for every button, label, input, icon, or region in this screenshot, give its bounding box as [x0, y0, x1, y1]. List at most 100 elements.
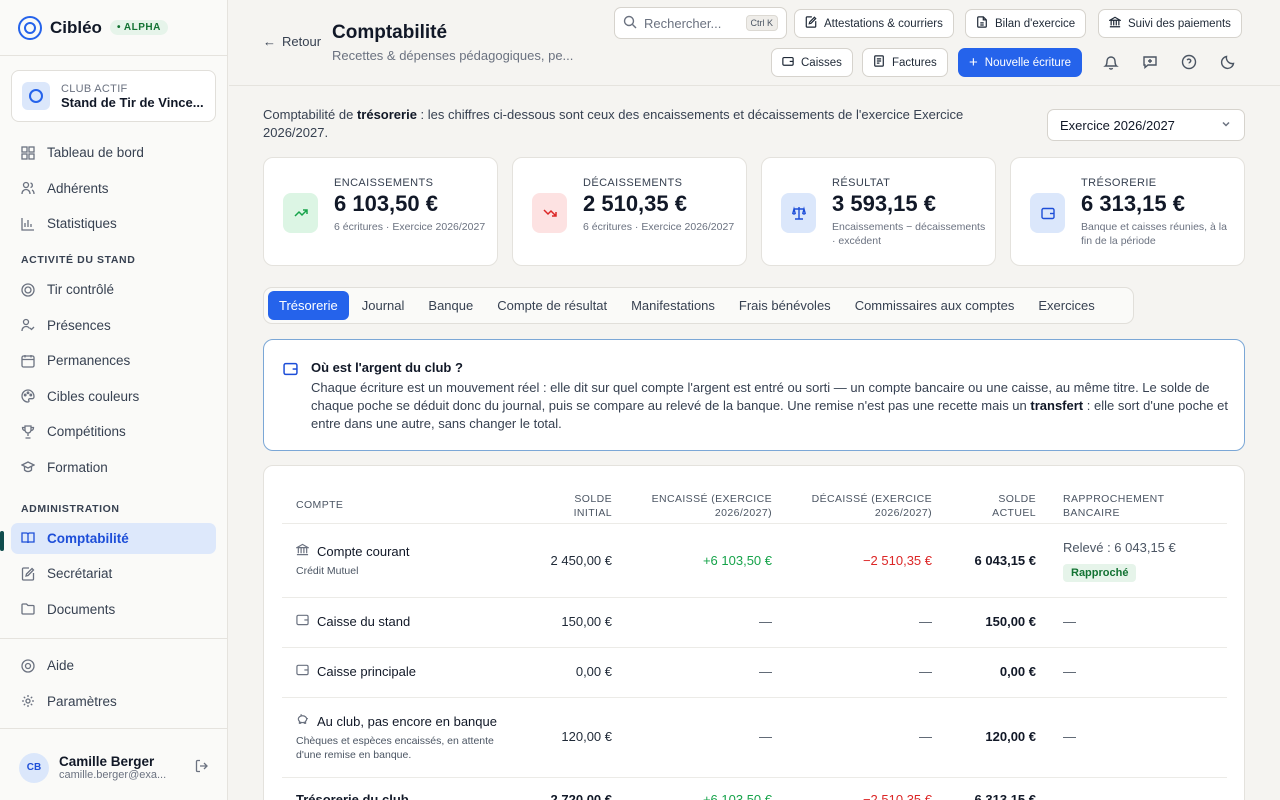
tab-tresorerie[interactable]: Trésorerie — [268, 291, 349, 320]
gear-icon — [21, 694, 35, 708]
back-button[interactable]: ← Retour — [263, 34, 321, 49]
account-sub: Chèques et espèces encaissés, en attente… — [296, 735, 494, 761]
edit-document-icon — [805, 16, 817, 31]
nav-label: Secrétariat — [47, 566, 113, 581]
nav-item-tableau-de-bord[interactable]: Tableau de bord — [11, 137, 216, 168]
nav-label: Permanences — [47, 353, 131, 368]
tab-frais-benevoles[interactable]: Frais bénévoles — [728, 291, 842, 320]
exercise-select-value: Exercice 2026/2027 — [1060, 117, 1175, 133]
nav-item-documents[interactable]: Documents — [11, 594, 216, 625]
cell-encaisse: +6 103,50 € — [702, 553, 772, 568]
tab-compte-de-resultat[interactable]: Compte de résultat — [486, 291, 618, 320]
status-badge: Rapproché — [1063, 564, 1137, 582]
users-icon — [21, 181, 35, 195]
logout-icon[interactable] — [195, 759, 209, 776]
wallet-icon — [296, 613, 309, 629]
page-title: Comptabilité — [332, 22, 448, 43]
account-label: Au club, pas encore en banque — [317, 713, 497, 729]
bell-icon[interactable] — [1098, 49, 1124, 75]
total-label: Trésorerie du club — [296, 792, 409, 800]
kpi-label: RÉSULTAT — [832, 177, 891, 189]
page-subtitle: Recettes & dépenses pédagogiques, pe... — [332, 48, 574, 63]
nav-section-administration: ADMINISTRATION — [21, 502, 120, 515]
nav-item-presences[interactable]: Présences — [11, 310, 216, 341]
brand[interactable]: Cibléo • ALPHA — [0, 0, 227, 56]
factures-button[interactable]: Factures — [862, 48, 948, 77]
nouvelle-ecriture-button[interactable]: + Nouvelle écriture — [958, 48, 1083, 77]
nav-label: Tableau de bord — [47, 145, 144, 160]
kpi-value: 3 593,15 € — [832, 191, 936, 216]
main-content: ← Retour Comptabilité Recettes & dépenses… — [229, 0, 1280, 800]
col-header-compte: COMPTE — [296, 499, 344, 511]
tab-commissaires[interactable]: Commissaires aux comptes — [844, 291, 1026, 320]
exercise-select[interactable]: Exercice 2026/2027 — [1047, 109, 1245, 141]
nav-item-adherents[interactable]: Adhérents — [11, 173, 216, 204]
attestations-button[interactable]: Attestations & courriers — [794, 9, 954, 38]
cell-solde-actuel: 150,00 € — [985, 614, 1036, 629]
account-name: Caisse principale — [296, 663, 416, 679]
bilan-button[interactable]: Bilan d'exercice — [965, 9, 1087, 38]
help-icon[interactable] — [1176, 49, 1202, 75]
nav-item-comptabilite[interactable]: Comptabilité — [11, 522, 216, 554]
nav-label: Aide — [47, 658, 75, 673]
nav-label: Présences — [47, 317, 111, 333]
nav-item-secretariat[interactable]: Secrétariat — [11, 558, 216, 589]
nav-label: Comptabilité — [47, 530, 129, 546]
cell-encaisse: — — [759, 614, 772, 629]
row-divider — [282, 597, 1227, 598]
tab-manifestations[interactable]: Manifestations — [620, 291, 726, 320]
cell-solde-actuel: 6 043,15 € — [974, 553, 1036, 568]
caisses-button[interactable]: Caisses — [771, 48, 853, 77]
nav-item-cibles-couleurs[interactable]: Cibles couleurs — [11, 381, 216, 412]
cell-rapprochement: — — [1063, 729, 1076, 744]
nav-label: Paramètres — [47, 693, 117, 709]
wallet-icon — [1030, 193, 1065, 233]
nav-item-competitions[interactable]: Compétitions — [11, 416, 216, 447]
trending-up-icon — [283, 193, 318, 233]
treasury-table: COMPTE SOLDE INITIAL ENCAISSÉ (EXERCICE … — [263, 465, 1245, 800]
col-header-rapprochement: RAPPROCHEMENT BANCAIRE — [1063, 493, 1165, 519]
nav-item-aide[interactable]: Aide — [11, 650, 216, 681]
user-profile[interactable]: CB Camille Berger camille.berger@exa... — [0, 735, 228, 800]
nav-item-tir-controle[interactable]: Tir contrôlé — [11, 274, 216, 305]
nav-item-parametres[interactable]: Paramètres — [11, 686, 216, 717]
button-label: Bilan d'exercice — [995, 17, 1076, 30]
moon-icon[interactable] — [1215, 49, 1241, 75]
trending-down-icon — [532, 193, 567, 233]
col-header-decaisse: DÉCAISSÉ (EXERCICE 2026/2027) — [811, 493, 932, 519]
nav-label: Compétitions — [47, 424, 126, 439]
club-name: Stand de Tir de Vince... — [61, 94, 204, 110]
feedback-icon[interactable] — [1137, 49, 1163, 75]
scale-icon — [781, 193, 816, 233]
tab-journal[interactable]: Journal — [351, 291, 416, 320]
avatar: CB — [19, 752, 49, 783]
tab-banque[interactable]: Banque — [417, 291, 484, 320]
plus-icon: + — [969, 54, 978, 71]
nav-item-statistiques[interactable]: Statistiques — [11, 208, 216, 239]
main-nav: Tableau de bord Adhérents Statistiques A… — [11, 137, 216, 629]
wallet-icon — [283, 361, 298, 379]
sidebar-divider — [0, 728, 228, 729]
club-switcher[interactable]: CLUB ACTIF Stand de Tir de Vince... — [11, 70, 216, 122]
button-label: Attestations & courriers — [824, 17, 943, 30]
club-label: CLUB ACTIF — [61, 82, 128, 95]
row-divider — [282, 523, 1227, 524]
kpi-sub: Encaissements − décaissements · excédent — [832, 221, 986, 247]
tab-exercices[interactable]: Exercices — [1027, 291, 1105, 320]
active-indicator — [0, 531, 4, 551]
total-solde-initial: 2 720,00 € — [550, 792, 612, 800]
cell-decaisse: — — [919, 614, 932, 629]
total-solde-actuel: 6 313,15 € — [974, 792, 1036, 800]
search-input[interactable]: Rechercher... Ctrl K — [614, 7, 787, 39]
cell-solde-actuel: 120,00 € — [985, 729, 1036, 744]
suivi-paiements-button[interactable]: Suivi des paiements — [1098, 9, 1242, 38]
nav-item-permanences[interactable]: Permanences — [11, 345, 216, 376]
cell-encaisse: — — [759, 729, 772, 744]
nav-item-formation[interactable]: Formation — [11, 452, 216, 483]
nav-label: Adhérents — [47, 180, 109, 196]
account-label: Caisse du stand — [317, 613, 411, 629]
kpi-label: ENCAISSEMENTS — [334, 177, 434, 189]
palette-icon — [21, 389, 35, 403]
button-label: Nouvelle écriture — [984, 56, 1072, 69]
calendar-icon — [21, 354, 35, 368]
